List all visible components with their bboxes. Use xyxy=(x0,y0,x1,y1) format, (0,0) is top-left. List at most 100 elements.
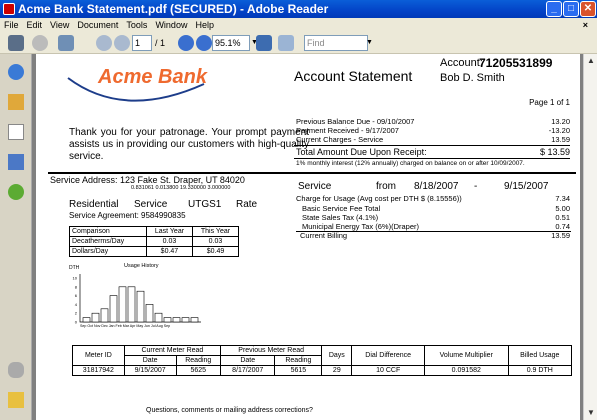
maximize-button[interactable]: □ xyxy=(563,1,579,17)
scroll-down-icon[interactable]: ▼ xyxy=(584,406,597,420)
menu-file[interactable]: File xyxy=(0,18,23,32)
meter-cell: 31817942 xyxy=(72,365,125,376)
page-total: / 1 xyxy=(155,38,166,48)
comparison-table: Comparison Last Year This Year Decatherms/… xyxy=(69,226,240,257)
meter-header: Previous Meter Read xyxy=(220,345,323,356)
usage-bar xyxy=(100,308,109,323)
fit-page-icon[interactable] xyxy=(256,35,272,51)
hand-tool-icon[interactable] xyxy=(58,35,74,51)
comparison-cell: Dollars/Day xyxy=(69,246,147,257)
meter-header: Dial Difference xyxy=(351,345,426,366)
previous-page-icon[interactable] xyxy=(96,35,112,51)
scroll-up-icon[interactable]: ▲ xyxy=(584,54,597,68)
find-input[interactable]: Find xyxy=(304,35,368,51)
charge-label-1: Basic Service Fee Total xyxy=(302,204,381,213)
next-page-icon[interactable] xyxy=(114,35,130,51)
page-number-input[interactable]: 1 xyxy=(132,35,152,51)
total-rule xyxy=(294,158,570,159)
signature-icon[interactable] xyxy=(8,154,24,170)
usage-months: Sep Oct Nov Dec Jan Feb Mar Apr May Jun … xyxy=(80,324,171,328)
menu-tools[interactable]: Tools xyxy=(122,18,151,32)
thank-you-note: Thank you for your patronage. Your promp… xyxy=(69,127,309,162)
service-agreement: Service Agreement: 9584990835 xyxy=(69,211,186,220)
comparison-cell: Decatherms/Day xyxy=(69,236,147,247)
charge-label-0: Charge for Usage (Avg cost per DTH $ (8.… xyxy=(296,194,462,203)
menu-view[interactable]: View xyxy=(46,18,73,32)
comparison-header: Comparison xyxy=(69,226,147,237)
interest-note: 1% monthly interest (12% annually) charg… xyxy=(296,160,525,167)
meter-header: Current Meter Read xyxy=(123,345,222,356)
summary-value-1: -13.20 xyxy=(548,126,570,135)
usage-bar xyxy=(154,312,163,323)
usage-bar xyxy=(163,317,172,323)
summary-label-1: Payment Received - 9/17/2007 xyxy=(296,126,399,135)
service-period-2: 8/18/2007 xyxy=(414,181,459,192)
window-title: Acme Bank Statement.pdf (SECURED) - Adob… xyxy=(18,2,329,16)
service-address: Service Address: 123 Fake St. Draper, UT… xyxy=(50,175,245,185)
usage-bar xyxy=(118,286,127,323)
usage-bar xyxy=(190,317,199,323)
service-period-4: 9/15/2007 xyxy=(504,181,549,192)
comparison-cell: 0.03 xyxy=(191,236,240,247)
menu-bar: File Edit View Document Tools Window Help × xyxy=(0,18,597,32)
vertical-scrollbar[interactable]: ▲ ▼ xyxy=(583,54,597,420)
lock-icon[interactable] xyxy=(8,94,24,110)
statement-title: Account Statement xyxy=(294,68,413,84)
summary-rule xyxy=(294,145,570,146)
zoom-level-select[interactable]: 95.1% xyxy=(212,35,250,51)
summary-value-2: 13.59 xyxy=(551,135,570,144)
charge-value-0: 7.34 xyxy=(555,194,570,203)
print-icon[interactable] xyxy=(8,35,24,51)
usage-tick-label: 4 xyxy=(75,302,78,307)
usage-bar xyxy=(145,304,154,323)
usage-tick-label: 0 xyxy=(75,320,78,325)
meter-cell: 9/15/2007 xyxy=(123,365,177,376)
meter-subheader: Date xyxy=(220,355,276,366)
title-bar: Acme Bank Statement.pdf (SECURED) - Adob… xyxy=(0,0,597,18)
usage-bar xyxy=(127,286,136,323)
comparison-cell: 0.03 xyxy=(145,236,193,247)
zoom-in-icon[interactable] xyxy=(196,35,212,51)
service-period-1: from xyxy=(376,181,396,192)
comments-icon[interactable] xyxy=(8,392,24,408)
rate-line-2: UTGS1 xyxy=(188,199,222,210)
meter-read-table: Meter ID Current Meter Read Previous Met… xyxy=(72,345,573,376)
settings-icon[interactable] xyxy=(32,35,48,51)
rate-line-1: Service xyxy=(134,199,168,210)
usage-bar xyxy=(109,295,118,323)
usage-bar xyxy=(181,317,190,323)
document-close-icon[interactable]: × xyxy=(579,18,592,32)
menu-document[interactable]: Document xyxy=(73,18,122,32)
meter-header: Volume Multiplier xyxy=(424,345,509,366)
charge-label-3: Municipal Energy Tax (6%)(Draper) xyxy=(302,222,419,231)
info-icon[interactable] xyxy=(8,64,24,80)
customer-name: Bob D. Smith xyxy=(440,72,505,84)
menu-help[interactable]: Help xyxy=(191,18,218,32)
rate-line-3: Rate xyxy=(236,199,258,210)
charge-label-2: State Sales Tax (4.1%) xyxy=(302,213,379,222)
account-label: Account: xyxy=(440,57,483,69)
zoom-out-icon[interactable] xyxy=(178,35,194,51)
menu-edit[interactable]: Edit xyxy=(23,18,47,32)
bank-logo: Acme Bank xyxy=(98,66,207,88)
current-billing-value: 13.59 xyxy=(551,231,570,240)
close-button[interactable]: ✕ xyxy=(580,1,596,17)
find-dropdown-icon[interactable]: ▼ xyxy=(366,35,376,51)
statement-page: Acme Bank Thank you for your patronage. … xyxy=(36,54,580,420)
help-icon[interactable] xyxy=(8,184,24,200)
minimize-button[interactable]: _ xyxy=(546,1,562,17)
usage-tick-label: 6 xyxy=(75,293,78,298)
menu-window[interactable]: Window xyxy=(151,18,191,32)
attachment-icon[interactable] xyxy=(8,362,24,378)
meter-subheader: Reading xyxy=(175,355,222,366)
usage-bar xyxy=(82,317,91,323)
adobe-reader-icon xyxy=(3,3,15,15)
usage-tick-label: 8 xyxy=(75,284,78,289)
document-area: Acme Bank Thank you for your patronage. … xyxy=(32,54,583,420)
usage-history-chart: 10 8 6 4 2 0 xyxy=(73,274,201,325)
service-period-0: Service xyxy=(298,181,332,192)
usage-bar xyxy=(91,312,100,323)
pages-icon[interactable] xyxy=(8,124,24,140)
fit-width-icon[interactable] xyxy=(278,35,294,51)
meter-cell: 8/17/2007 xyxy=(220,365,276,376)
